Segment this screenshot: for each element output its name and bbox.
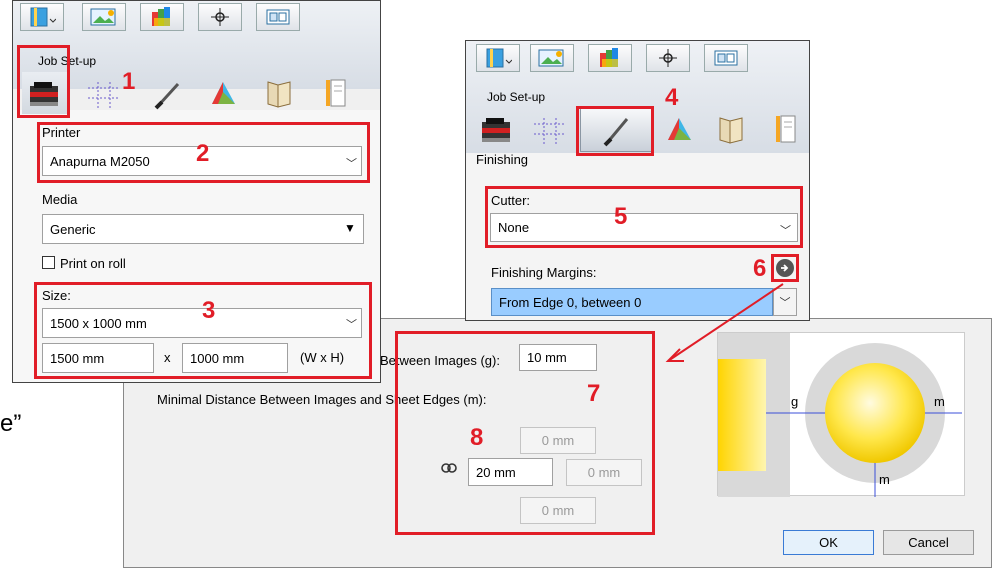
annotation-arrow [665, 283, 784, 362]
